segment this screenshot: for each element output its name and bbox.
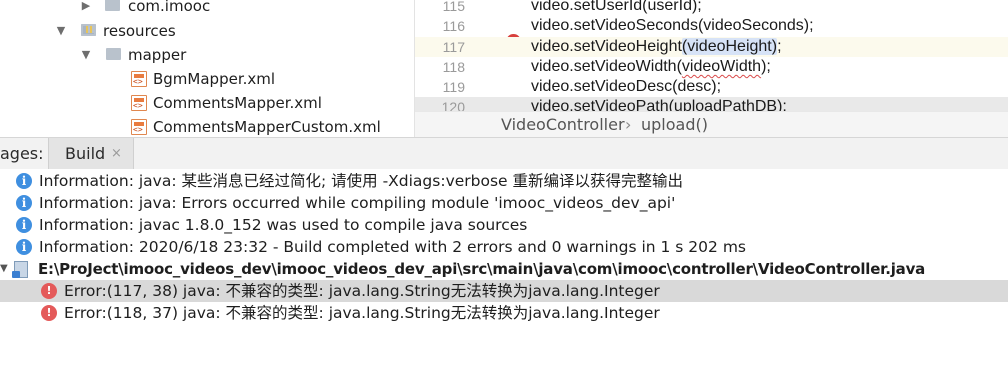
xml-file-icon: [131, 95, 147, 111]
tree-item-label: com.imooc: [128, 0, 211, 15]
breadcrumb-separator-icon: ›: [625, 115, 632, 134]
project-tree: ▶ com.imooc ▼ resources ▼ mapper BgmMapp…: [0, 0, 414, 137]
info-icon: i: [16, 217, 32, 233]
tree-item-commentsmappercustom[interactable]: CommentsMapperCustom.xml: [0, 115, 414, 137]
info-icon: i: [16, 195, 32, 211]
code-text: video.setVideoWidth(videoWidth);: [531, 57, 771, 77]
message-row-info[interactable]: i Information: javac 1.8.0_152 was used …: [0, 214, 1008, 236]
tree-item-label: BgmMapper.xml: [153, 70, 276, 88]
error-icon: !: [41, 305, 57, 321]
message-text: Information: java: 某些消息已经过简化; 请使用 -Xdiag…: [39, 172, 684, 190]
line-number: 118: [442, 59, 465, 75]
close-icon[interactable]: ×: [111, 138, 122, 169]
xml-file-icon: [131, 119, 147, 135]
info-icon: i: [16, 173, 32, 189]
tree-item-bgmmapper[interactable]: BgmMapper.xml: [0, 67, 414, 91]
code-segment: video.setVideoHeight: [531, 38, 682, 55]
file-path: E:\ProJect\imooc_videos_dev\imooc_videos…: [38, 260, 926, 278]
breadcrumb: VideoController › upload(): [415, 111, 1008, 137]
tree-item-label: CommentsMapper.xml: [153, 94, 322, 112]
code-segment: );: [761, 58, 771, 75]
tree-item-label: mapper: [128, 46, 187, 64]
message-text: Information: javac 1.8.0_152 was used to…: [39, 216, 528, 234]
code-line-current[interactable]: 117 video.setVideoHeight(videoHeight);: [415, 37, 1008, 57]
build-messages-panel[interactable]: i Information: java: 某些消息已经过简化; 请使用 -Xdi…: [0, 169, 1008, 368]
message-text: Error:(117, 38) java: 不兼容的类型: java.lang.…: [64, 282, 660, 300]
message-row-info[interactable]: i Information: java: 某些消息已经过简化; 请使用 -Xdi…: [0, 170, 1008, 192]
message-row-info[interactable]: i Information: java: Errors occurred whi…: [0, 192, 1008, 214]
line-number: 119: [442, 79, 465, 95]
line-number: 117: [442, 39, 465, 55]
error-icon: !: [41, 283, 57, 299]
message-text: Information: java: Errors occurred while…: [39, 194, 676, 212]
tree-item-resources[interactable]: ▼ resources: [0, 19, 414, 43]
line-number: 116: [442, 18, 465, 34]
code-editor[interactable]: 115 video.setUserId(userId); 116 ! video…: [414, 0, 1008, 137]
message-row-error-selected[interactable]: ! Error:(117, 38) java: 不兼容的类型: java.lan…: [0, 280, 1008, 302]
chevron-down-icon[interactable]: ▼: [80, 43, 92, 67]
code-text: video.setUserId(userId);: [531, 0, 702, 14]
tool-window-header: ages: Build ×: [0, 137, 1008, 170]
tree-item-commentsmapper[interactable]: CommentsMapper.xml: [0, 91, 414, 115]
breadcrumb-class[interactable]: VideoController: [501, 112, 625, 137]
code-segment: video.setVideoWidth(: [531, 58, 682, 75]
resources-folder-icon: [81, 24, 96, 36]
code-line[interactable]: 115 video.setUserId(userId);: [415, 0, 1008, 16]
code-line[interactable]: 118 video.setVideoWidth(videoWidth);: [415, 57, 1008, 77]
tree-item-com-imooc[interactable]: ▶ com.imooc: [0, 0, 414, 18]
message-text: Error:(118, 37) java: 不兼容的类型: java.lang.…: [64, 304, 660, 322]
package-folder-icon: [105, 0, 120, 11]
line-number: 115: [442, 0, 465, 14]
message-row-error[interactable]: ! Error:(118, 37) java: 不兼容的类型: java.lan…: [0, 302, 1008, 324]
tab-label: Build: [65, 144, 106, 163]
error-argument: videoWidth: [681, 58, 762, 75]
code-text: video.setVideoSeconds(videoSeconds);: [531, 17, 814, 34]
code-text: video.setVideoHeight(videoHeight);: [531, 37, 782, 57]
tree-item-label: CommentsMapperCustom.xml: [153, 118, 381, 136]
tree-item-label: resources: [103, 22, 176, 40]
folder-icon: [106, 48, 121, 60]
code-text: video.setVideoDesc(desc);: [531, 78, 722, 95]
chevron-right-icon[interactable]: ▶: [80, 0, 92, 18]
code-segment: ;: [777, 38, 782, 55]
message-text: Information: 2020/6/18 23:32 - Build com…: [39, 238, 746, 256]
code-line[interactable]: 119 video.setVideoDesc(desc);: [415, 77, 1008, 97]
xml-file-icon: [131, 71, 147, 87]
highlighted-argument: (videoHeight): [681, 38, 778, 55]
chevron-down-icon[interactable]: ▼: [0, 258, 8, 280]
tool-window-label: ages:: [0, 144, 44, 163]
code-line[interactable]: 116 ! video.setVideoSeconds(videoSeconds…: [415, 16, 1008, 49]
info-icon: i: [16, 239, 32, 255]
message-row-file[interactable]: ▼ E:\ProJect\imooc_videos_dev\imooc_vide…: [0, 258, 1008, 280]
message-row-info[interactable]: i Information: 2020/6/18 23:32 - Build c…: [0, 236, 1008, 258]
tree-item-mapper[interactable]: ▼ mapper: [0, 43, 414, 67]
chevron-down-icon[interactable]: ▼: [55, 19, 67, 43]
java-file-icon: [12, 261, 28, 278]
breadcrumb-method[interactable]: upload(): [641, 112, 708, 137]
tab-build[interactable]: Build ×: [48, 138, 134, 169]
